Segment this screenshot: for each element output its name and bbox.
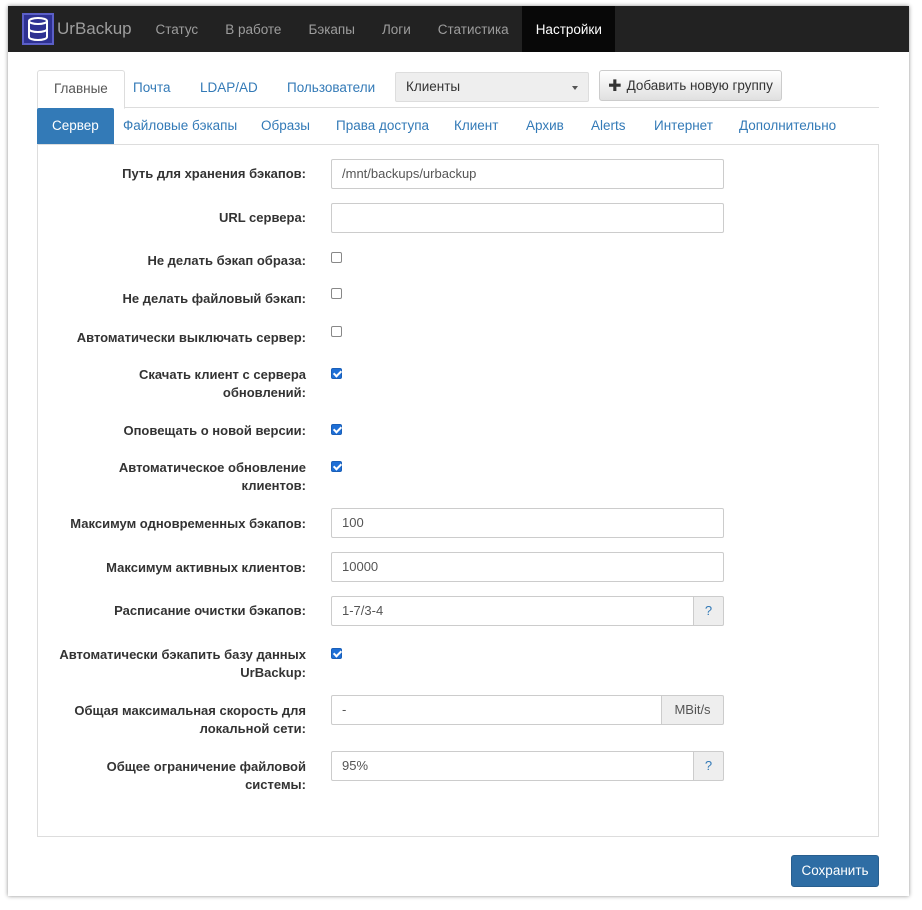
add-group-button[interactable]: ✚ Добавить новую группу (599, 70, 782, 101)
auto-shutdown-checkbox[interactable] (331, 326, 342, 337)
backup-path-label: Путь для хранения бэкапов: (122, 166, 306, 181)
auto-backup-db-checkbox[interactable] (331, 648, 342, 659)
max-speed-local-label-line1: Общая максимальная скорость для (74, 703, 306, 718)
nav-statistics[interactable]: Статистика (424, 6, 522, 52)
nav-backups[interactable]: Бэкапы (295, 6, 368, 52)
max-speed-local-label-line2: локальной сети: (199, 721, 306, 736)
no-image-backup-checkbox[interactable] (331, 252, 342, 263)
download-client-checkbox[interactable] (331, 368, 342, 379)
no-file-backup-label: Не делать файловый бэкап: (122, 291, 306, 306)
fs-limit-input[interactable]: 95% (331, 751, 694, 781)
brand[interactable]: UrBackup (8, 6, 142, 52)
server-url-input[interactable] (331, 203, 724, 233)
auto-backup-db-label-line2: UrBackup: (240, 665, 306, 680)
nav-settings[interactable]: Настройки (522, 6, 616, 52)
no-file-backup-checkbox[interactable] (331, 288, 342, 299)
download-client-label: Скачать клиент с сервера обновлений: (48, 366, 306, 402)
auto-update-clients-checkbox[interactable] (331, 461, 342, 472)
main-settings-tabs: Главные Почта LDAP/AD Пользователи Клиен… (37, 70, 879, 109)
tab-advanced[interactable]: Дополнительно (724, 108, 851, 144)
plus-icon: ✚ (608, 77, 622, 95)
nav-status[interactable]: Статус (142, 6, 212, 52)
cleanup-schedule-label: Расписание очистки бэкапов: (114, 603, 306, 618)
add-group-label: Добавить новую группу (626, 78, 773, 93)
tab-file-backups[interactable]: Файловые бэкапы (108, 108, 252, 144)
notify-new-version-checkbox[interactable] (331, 424, 342, 435)
urbackup-window: UrBackup Статус В работе Бэкапы Логи Ста… (8, 6, 909, 896)
max-active-clients-input[interactable]: 10000 (331, 552, 724, 582)
brand-name: UrBackup (57, 19, 132, 38)
nav-activities[interactable]: В работе (212, 6, 295, 52)
tab-internet[interactable]: Интернет (639, 108, 728, 144)
database-logo-icon (22, 13, 54, 45)
tab-server[interactable]: Сервер (37, 108, 114, 144)
max-speed-unit: MBit/s (662, 695, 724, 725)
group-select-value: Клиенты (406, 79, 461, 94)
max-simultaneous-label: Максимум одновременных бэкапов: (70, 516, 306, 531)
auto-update-clients-label-line2: клиентов: (241, 478, 306, 493)
fs-limit-label: Общее ограничение файловой системы: (48, 758, 306, 794)
server-url-label: URL сервера: (218, 210, 306, 225)
tab-alerts[interactable]: Alerts (576, 108, 641, 144)
download-client-label-line2: обновлений: (222, 385, 306, 400)
auto-backup-db-label: Автоматически бэкапить базу данных UrBac… (48, 646, 306, 682)
auto-update-clients-label-line1: Автоматическое обновление (118, 460, 306, 475)
caret-down-icon (572, 86, 578, 90)
save-button[interactable]: Сохранить (791, 855, 879, 887)
notify-new-version-label: Оповещать о новой версии: (123, 423, 306, 438)
group-select[interactable]: Клиенты (395, 72, 589, 102)
cleanup-schedule-help-button[interactable]: ? (694, 596, 724, 626)
fs-limit-label-line2: системы: (245, 777, 306, 792)
nav-logs[interactable]: Логи (368, 6, 424, 52)
server-settings-subtabs: Сервер Файловые бэкапы Образы Права дост… (37, 108, 879, 144)
tab-ldap[interactable]: LDAP/AD (184, 70, 274, 108)
max-speed-local-input[interactable]: - (331, 695, 662, 725)
max-active-clients-label: Максимум активных клиентов: (106, 560, 306, 575)
fs-limit-label-line1: Общее ограничение файловой (106, 759, 306, 774)
auto-backup-db-label-line1: Автоматически бэкапить базу данных (59, 647, 306, 662)
tab-client[interactable]: Клиент (439, 108, 513, 144)
tab-mail[interactable]: Почта (117, 70, 187, 108)
cleanup-schedule-input[interactable]: 1-7/3-4 (331, 596, 694, 626)
tab-general[interactable]: Главные (37, 70, 125, 109)
max-simultaneous-input[interactable]: 100 (331, 508, 724, 538)
auto-update-clients-label: Автоматическое обновление клиентов: (48, 459, 306, 495)
download-client-label-line1: Скачать клиент с сервера (139, 367, 306, 382)
tab-archive[interactable]: Архив (511, 108, 579, 144)
tab-users[interactable]: Пользователи (271, 70, 391, 108)
auto-shutdown-label: Автоматически выключать сервер: (76, 330, 306, 345)
max-speed-local-label: Общая максимальная скорость для локально… (48, 702, 306, 738)
tab-images[interactable]: Образы (246, 108, 325, 144)
top-navbar: UrBackup Статус В работе Бэкапы Логи Ста… (8, 6, 909, 52)
fs-limit-help-button[interactable]: ? (694, 751, 724, 781)
tab-permissions[interactable]: Права доступа (321, 108, 444, 144)
backup-path-input[interactable]: /mnt/backups/urbackup (331, 159, 724, 189)
settings-panel: Путь для хранения бэкапов: /mnt/backups/… (37, 144, 879, 837)
no-image-backup-label: Не делать бэкап образа: (147, 253, 306, 268)
